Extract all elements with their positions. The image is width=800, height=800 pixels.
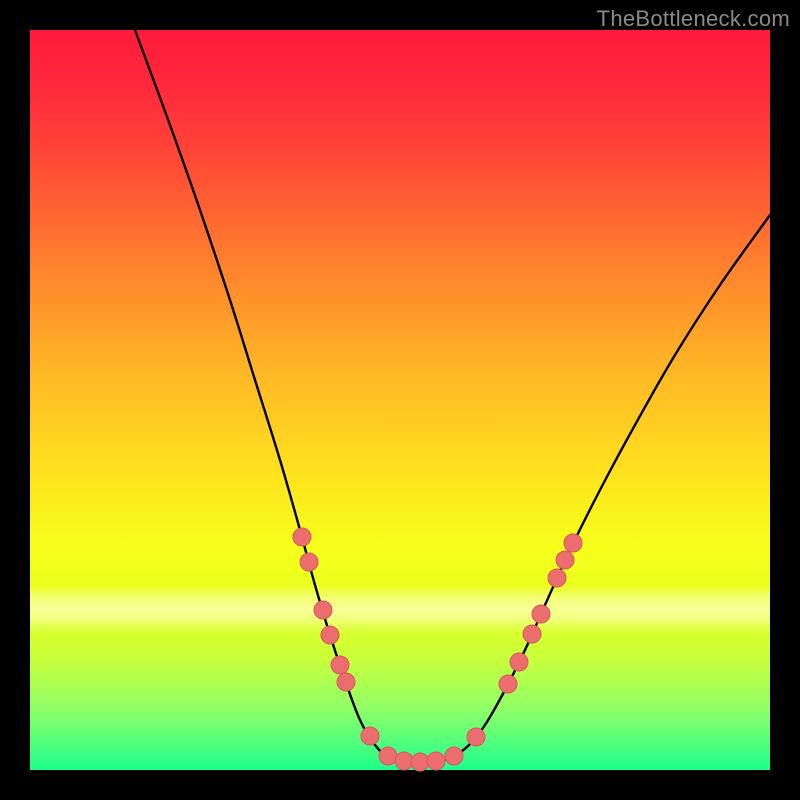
marker-dot	[427, 752, 445, 770]
marker-dot	[321, 626, 339, 644]
watermark-text: TheBottleneck.com	[597, 6, 790, 32]
marker-dot	[499, 675, 517, 693]
marker-dot	[300, 553, 318, 571]
plot-area	[30, 30, 770, 770]
stage: TheBottleneck.com	[0, 0, 800, 800]
marker-dot	[548, 569, 566, 587]
marker-dot	[532, 605, 550, 623]
marker-dot	[293, 528, 311, 546]
marker-dot	[411, 753, 429, 771]
marker-dot	[523, 625, 541, 643]
marker-dot	[564, 534, 582, 552]
marker-dot	[314, 601, 332, 619]
marker-dot	[467, 728, 485, 746]
marker-dot	[445, 747, 463, 765]
marker-dot	[361, 727, 379, 745]
marker-dot	[556, 551, 574, 569]
marker-dot	[395, 752, 413, 770]
marker-dot	[379, 747, 397, 765]
marker-group	[293, 528, 582, 771]
marker-dot	[331, 656, 349, 674]
chart-svg	[30, 30, 770, 770]
marker-dot	[337, 673, 355, 691]
bottleneck-curve	[135, 30, 770, 763]
marker-dot	[510, 653, 528, 671]
